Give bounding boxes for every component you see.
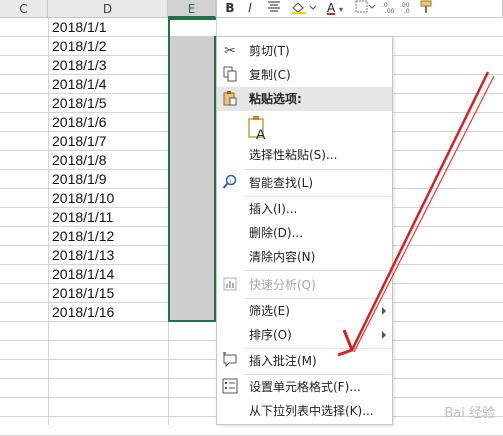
annotation-arrow xyxy=(337,71,495,357)
watermark: Bai 经验 xyxy=(444,406,495,421)
